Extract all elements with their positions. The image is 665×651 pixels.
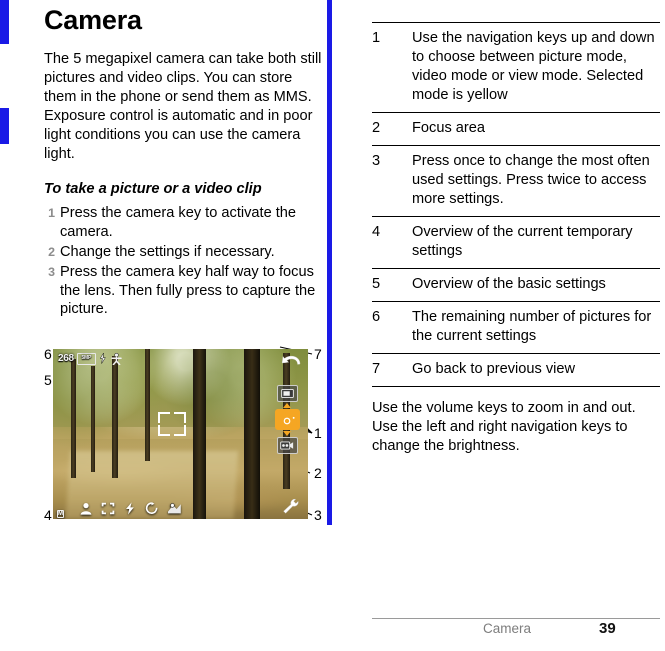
row-number: 3 <box>372 144 412 217</box>
table-row: 3 Press once to change the most often us… <box>372 144 660 217</box>
flash-icon[interactable] <box>123 502 137 515</box>
row-text: Overview of the basic settings <box>412 267 660 302</box>
viewfinder-toolbar[interactable]: M <box>57 500 181 518</box>
table-row: 4 Overview of the current temporary sett… <box>372 215 660 269</box>
photo-tree <box>244 349 261 520</box>
callout-5: 5 <box>44 372 52 389</box>
mode-selector[interactable] <box>274 385 300 455</box>
photo-tree <box>111 355 118 479</box>
step-number: 1 <box>48 206 55 221</box>
photo-tree <box>91 366 96 472</box>
edge-tab-mark-second <box>0 108 9 144</box>
row-number: 6 <box>372 300 412 354</box>
row-number: 1 <box>372 22 412 113</box>
page-title: Camera <box>44 5 142 35</box>
photo-tree <box>144 349 150 462</box>
view-mode-icon[interactable] <box>276 385 298 403</box>
shoot-mode-icon[interactable]: M <box>57 502 71 518</box>
manual-page: Camera The 5 megapixel camera can take b… <box>0 0 665 651</box>
mode-arrow-down-icon <box>283 431 291 437</box>
wrench-settings-icon[interactable] <box>280 497 304 517</box>
list-item: 2 Change the settings if necessary. <box>44 243 322 262</box>
row-number: 4 <box>372 215 412 269</box>
camera-viewfinder-screenshot: 268 5MP M <box>53 349 308 520</box>
self-timer-icon[interactable] <box>145 501 159 515</box>
step-number: 2 <box>48 244 55 259</box>
back-arrow-icon[interactable] <box>280 351 304 371</box>
procedure-steps: 1 Press the camera key to activate the c… <box>44 204 322 319</box>
resolution-icon: 5MP <box>76 352 96 365</box>
focus-icon[interactable] <box>101 502 115 515</box>
callout-6: 6 <box>44 346 52 363</box>
intro-paragraph: The 5 megapixel camera can take both sti… <box>44 50 322 163</box>
procedure-heading: To take a picture or a video clip <box>44 181 262 198</box>
row-number: 5 <box>372 267 412 302</box>
self-timer-person-icon <box>111 352 122 366</box>
footer-page-number: 39 <box>599 620 616 637</box>
video-mode-icon[interactable] <box>276 437 298 455</box>
table-row: 2 Focus area <box>372 111 660 146</box>
focus-brackets-icon <box>157 412 186 437</box>
table-row: 1 Use the navigation keys up and down to… <box>372 22 660 113</box>
camera-figure: 268 5MP M 6 5 4 7 1 2 3 <box>44 333 322 548</box>
row-number: 7 <box>372 352 412 387</box>
row-text: Go back to previous view <box>412 352 660 387</box>
photo-tree <box>70 359 76 479</box>
step-text: Press the camera key to activate the cam… <box>60 205 297 241</box>
callout-3: 3 <box>314 507 322 524</box>
step-number: 3 <box>48 264 55 279</box>
callout-2: 2 <box>314 465 322 482</box>
closing-paragraph: Use the volume keys to zoom in and out. … <box>372 399 636 454</box>
row-text: Use the navigation keys up and down to c… <box>412 22 660 113</box>
row-text: Focus area <box>412 111 660 146</box>
scene-portrait-icon[interactable] <box>79 502 93 515</box>
white-balance-icon[interactable] <box>167 502 181 515</box>
footer-rule <box>372 618 660 620</box>
row-text: The remaining number of pictures for the… <box>412 300 660 354</box>
photo-tree <box>193 349 207 520</box>
table-row: 7 Go back to previous view <box>372 352 660 387</box>
step-text: Change the settings if necessary. <box>60 243 275 260</box>
left-column: Camera The 5 megapixel camera can take b… <box>44 0 322 548</box>
picture-mode-icon[interactable] <box>274 409 300 431</box>
list-item: 1 Press the camera key to activate the c… <box>44 204 322 242</box>
right-column: 1 Use the navigation keys up and down to… <box>372 22 660 456</box>
callout-4: 4 <box>44 507 52 524</box>
mode-arrow-up-icon <box>283 403 291 409</box>
camera-light-icon <box>99 353 108 364</box>
step-text: Press the camera key half way to focus t… <box>60 263 316 318</box>
viewfinder-status-bar: 268 5MP <box>58 352 122 366</box>
remaining-pictures-count: 268 <box>58 353 74 365</box>
reference-table: 1 Use the navigation keys up and down to… <box>372 22 660 387</box>
callout-1: 1 <box>314 425 322 442</box>
list-item: 3 Press the camera key half way to focus… <box>44 263 322 319</box>
edge-tab-mark-top <box>0 0 9 44</box>
column-divider <box>327 0 332 525</box>
page-footer: Camera 39 <box>372 618 660 640</box>
row-text: Overview of the current temporary settin… <box>412 215 660 269</box>
row-number: 2 <box>372 111 412 146</box>
callout-7: 7 <box>314 346 322 363</box>
row-text: Press once to change the most often used… <box>412 144 660 217</box>
table-row: 5 Overview of the basic settings <box>372 267 660 302</box>
table-row: 6 The remaining number of pictures for t… <box>372 300 660 354</box>
footer-chapter: Camera <box>483 621 532 636</box>
